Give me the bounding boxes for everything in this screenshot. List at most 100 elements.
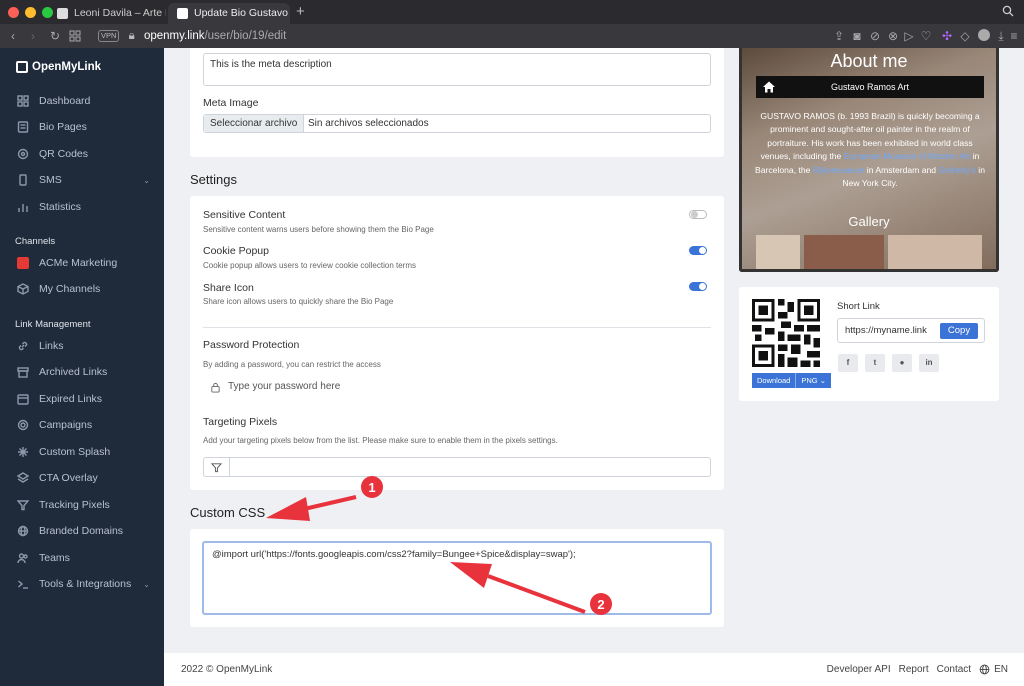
facebook-icon[interactable]: f xyxy=(838,354,858,372)
gallery-image[interactable] xyxy=(804,235,884,269)
footer-link-contact[interactable]: Contact xyxy=(937,664,971,675)
cookie-popup-help: Cookie popup allows users to review cook… xyxy=(203,261,416,270)
sidebar-item-links[interactable]: Links xyxy=(0,334,164,358)
copy-button[interactable]: Copy xyxy=(940,323,978,339)
meta-description-textarea[interactable]: This is the meta description xyxy=(203,53,711,86)
targeting-pixels-label: Targeting Pixels xyxy=(203,416,278,428)
bio-link-rijksmuseum[interactable]: Rijksmuseum xyxy=(813,165,865,175)
linkedin-icon[interactable]: in xyxy=(919,354,939,372)
chevron-down-icon[interactable]: ⌄ xyxy=(143,176,150,185)
site-favicon-icon xyxy=(177,8,188,19)
sidebar-item-acme-marketing[interactable]: ACMe Marketing xyxy=(0,251,164,275)
sidebar-item-archived-links[interactable]: Archived Links xyxy=(0,360,164,384)
twitter-icon[interactable]: t xyxy=(865,354,885,372)
sidebar-item-bio-pages[interactable]: Bio Pages xyxy=(0,115,164,139)
sidebar-item-sms[interactable]: SMS ⌄ xyxy=(0,168,164,192)
block-icon[interactable]: ⊘ xyxy=(868,29,882,43)
sidebar-item-custom-splash[interactable]: Custom Splash xyxy=(0,440,164,464)
profile-avatar-icon[interactable] xyxy=(977,29,991,43)
sidebar-item-expired-links[interactable]: Expired Links xyxy=(0,387,164,411)
sidebar-item-qr-codes[interactable]: QR Codes xyxy=(0,142,164,166)
sidebar-item-campaigns[interactable]: Campaigns xyxy=(0,413,164,437)
globe-icon xyxy=(979,664,990,675)
preview-name-bar[interactable]: Gustavo Ramos Art xyxy=(756,76,984,98)
download-qr-button[interactable]: Download PNG ⌄ xyxy=(752,373,831,388)
meta-description-value: This is the meta description xyxy=(210,59,332,70)
camera-icon[interactable]: ◙ xyxy=(850,29,864,43)
new-tab-button[interactable]: + xyxy=(296,3,305,20)
lock-icon: 🔒︎ xyxy=(128,30,135,42)
forward-arrow-icon[interactable]: › xyxy=(26,29,40,43)
sidebar-item-tracking-pixels[interactable]: Tracking Pixels xyxy=(0,493,164,517)
tab-grid-icon[interactable] xyxy=(68,29,82,43)
cookie-popup-toggle[interactable] xyxy=(689,246,707,255)
search-tabs-icon[interactable] xyxy=(1002,5,1014,17)
filter-icon-box xyxy=(204,458,230,476)
choose-file-button[interactable]: Seleccionar archivo xyxy=(204,115,305,132)
brand-logo[interactable]: OpenMyLink xyxy=(16,61,101,73)
gallery-heading: Gallery xyxy=(848,214,890,229)
footer-link-report[interactable]: Report xyxy=(899,664,929,675)
gallery-image[interactable] xyxy=(756,235,800,269)
vpn-badge[interactable]: VPN xyxy=(98,29,120,42)
file-status-text: Sin archivos seleccionados xyxy=(308,118,429,129)
sidebar-item-my-channels[interactable]: My Channels xyxy=(0,277,164,301)
close-circle-icon[interactable]: ⊗ xyxy=(886,29,900,43)
preview-bio: GUSTAVO RAMOS (b. 1993 Brazil) is quickl… xyxy=(752,110,988,190)
sidebar-item-cta-overlay[interactable]: CTA Overlay xyxy=(0,466,164,490)
bio-link-museum[interactable]: European Museum of Modern Art xyxy=(844,151,971,161)
reddit-icon[interactable]: ● xyxy=(892,354,912,372)
cube-icon[interactable]: ◇ xyxy=(958,29,972,43)
sidebar-item-statistics[interactable]: Statistics xyxy=(0,195,164,219)
bio-link-sothebys[interactable]: Sotheby's xyxy=(938,165,975,175)
chevron-down-icon[interactable]: ⌄ xyxy=(143,580,150,589)
menu-icon[interactable]: ≡ xyxy=(1007,29,1021,43)
targeting-pixels-select[interactable] xyxy=(203,457,711,477)
share-page-icon[interactable]: ⇪ xyxy=(832,29,846,43)
format-dropdown[interactable]: PNG ⌄ xyxy=(795,373,831,388)
sidebar-item-label: My Channels xyxy=(39,283,101,295)
layers-icon xyxy=(17,472,29,483)
close-window-button[interactable] xyxy=(8,7,19,18)
custom-css-textarea[interactable]: @import url('https://fonts.googleapis.co… xyxy=(202,541,712,615)
footer-link-developer-api[interactable]: Developer API xyxy=(827,664,891,675)
language-selector[interactable]: EN xyxy=(979,664,1008,675)
minimize-window-button[interactable] xyxy=(25,7,36,18)
address-bar[interactable]: VPN 🔒︎ openmy.link/user/bio/19/edit xyxy=(98,27,286,45)
site-favicon-icon xyxy=(57,8,68,19)
sidebar-item-label: Statistics xyxy=(39,201,82,213)
back-arrow-icon[interactable]: ‹ xyxy=(6,29,20,43)
download-icon[interactable]: ⤓ xyxy=(994,29,1008,43)
browser-tab-1[interactable]: Leoni Davila – Arte Leoni Davila xyxy=(48,3,166,24)
qr-code[interactable] xyxy=(752,299,820,367)
globe-icon xyxy=(17,525,29,537)
share-icon-toggle[interactable] xyxy=(689,282,707,291)
reload-icon[interactable]: ↻ xyxy=(48,29,62,43)
sensitive-content-toggle[interactable] xyxy=(689,210,707,219)
sidebar-item-branded-domains[interactable]: Branded Domains xyxy=(0,519,164,543)
gallery-image[interactable] xyxy=(888,235,982,269)
tab-title: Leoni Davila – Arte Leoni Davila xyxy=(74,7,166,19)
chart-icon xyxy=(18,204,28,212)
sidebar-item-tools-integrations[interactable]: Tools & Integrations ⌄ xyxy=(0,572,164,596)
sidebar-item-teams[interactable]: Teams xyxy=(0,546,164,570)
sidebar-item-label: CTA Overlay xyxy=(39,472,98,484)
settings-title: Settings xyxy=(190,172,237,187)
archive-icon xyxy=(17,367,29,378)
custom-css-card: @import url('https://fonts.googleapis.co… xyxy=(190,529,724,627)
targeting-pixels-help: Add your targeting pixels below from the… xyxy=(203,436,558,445)
play-icon[interactable]: ▷ xyxy=(902,29,916,43)
meta-image-file-input[interactable]: Seleccionar archivo Sin archivos selecci… xyxy=(203,114,711,133)
extension-icon[interactable]: ✣ xyxy=(940,29,954,43)
password-input[interactable]: Type your password here xyxy=(203,378,374,398)
sidebar-item-dashboard[interactable]: Dashboard xyxy=(0,89,164,113)
heart-icon[interactable]: ♡ xyxy=(919,29,933,43)
link-icon xyxy=(18,341,28,351)
cube-icon xyxy=(17,283,29,295)
browser-tab-2[interactable]: Update Bio Gustavo Ramos – O xyxy=(168,3,290,24)
sidebar-item-label: Branded Domains xyxy=(39,525,124,537)
url-path: /user/bio/19/edit xyxy=(204,30,287,42)
sidebar: OpenMyLink Dashboard Bio Pages QR Codes … xyxy=(0,48,164,686)
filter-icon xyxy=(17,500,29,511)
short-link-field[interactable]: https://myname.link Copy xyxy=(837,318,985,343)
